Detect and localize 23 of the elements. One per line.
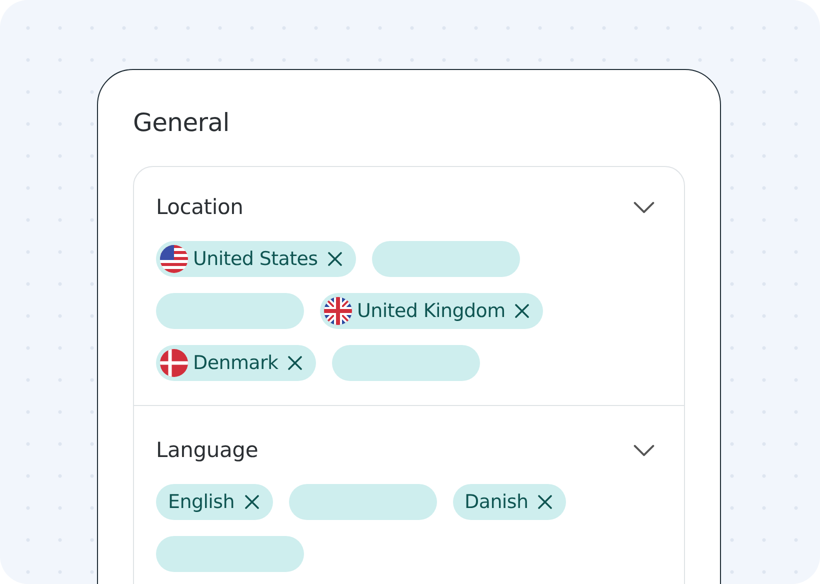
close-icon[interactable] xyxy=(288,356,302,370)
us-flag-icon xyxy=(159,244,189,274)
tag-chip[interactable]: Danish xyxy=(452,484,566,520)
tag-label: United Kingdom xyxy=(357,300,506,322)
close-icon[interactable] xyxy=(515,304,530,318)
denmark-flag-icon xyxy=(159,348,189,378)
tag-chip[interactable]: Denmark xyxy=(156,345,316,381)
tag-label: English xyxy=(168,491,235,513)
tag-chip[interactable]: United Kingdom xyxy=(320,293,544,329)
close-icon[interactable] xyxy=(244,495,259,509)
tag-label: United States xyxy=(193,248,318,270)
close-icon[interactable] xyxy=(328,252,342,266)
section-title: Language xyxy=(156,437,258,464)
close-icon[interactable] xyxy=(538,495,552,509)
card-title: General xyxy=(133,107,230,139)
tag-label: Denmark xyxy=(193,352,278,374)
tag-chip[interactable]: United States xyxy=(156,241,356,277)
chevron-icon[interactable] xyxy=(633,444,655,456)
tag-label: Danish xyxy=(464,491,528,513)
tag-chip[interactable]: English xyxy=(156,484,273,520)
uk-flag-icon xyxy=(323,296,353,326)
section-title: Location xyxy=(156,194,244,221)
chevron-icon[interactable] xyxy=(633,200,655,214)
